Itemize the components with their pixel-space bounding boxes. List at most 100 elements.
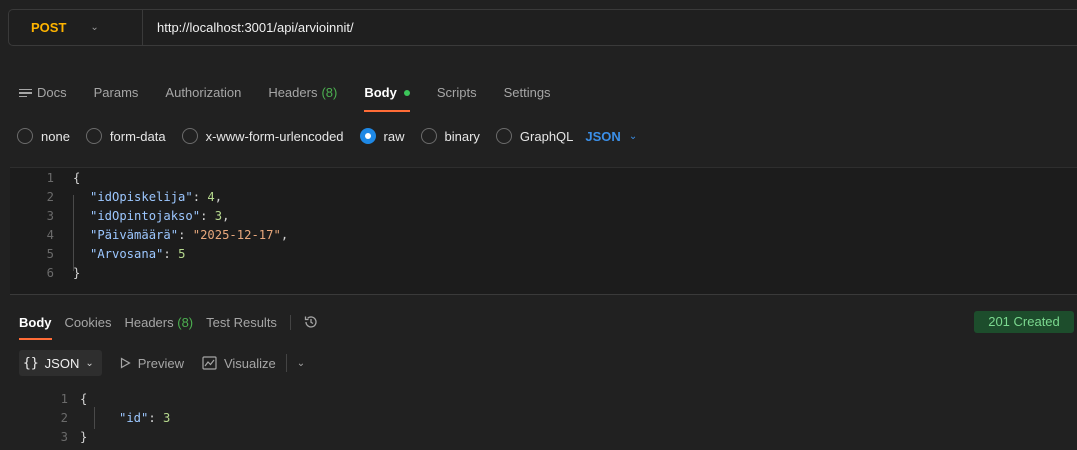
json-value: 3 bbox=[214, 209, 223, 223]
format-label: JSON bbox=[44, 355, 80, 371]
close-brace: } bbox=[80, 430, 88, 444]
body-type-binary[interactable]: binary bbox=[420, 128, 480, 144]
json-key: "idOpintojakso" bbox=[90, 209, 201, 223]
code-line: 1 { bbox=[10, 390, 1077, 409]
line-number: 2 bbox=[46, 190, 54, 204]
request-tabs: Docs Params Authorization Headers (8) Bo… bbox=[19, 85, 578, 115]
open-brace: { bbox=[73, 171, 81, 185]
tab-label: Scripts bbox=[436, 85, 477, 100]
code-line: 2 "idOpiskelija": 4, bbox=[10, 188, 1077, 207]
json-key: "Arvosana" bbox=[90, 247, 164, 261]
code-line: 3 "idOpintojakso": 3, bbox=[10, 207, 1077, 226]
code-line: 6 } bbox=[10, 264, 1077, 283]
tab-label: Authorization bbox=[165, 85, 242, 100]
body-type-none[interactable]: none bbox=[17, 128, 70, 144]
tab-params[interactable]: Params bbox=[94, 85, 139, 100]
code-line: 1 { bbox=[10, 169, 1077, 188]
modified-dot-icon bbox=[403, 89, 410, 96]
radio-icon bbox=[85, 128, 102, 144]
visualize-label: Visualize bbox=[223, 355, 276, 371]
request-body-editor[interactable]: 1 { 2 "idOpiskelija": 4, 3 "idOpintojaks… bbox=[10, 167, 1077, 295]
tab-label: Body bbox=[364, 85, 397, 100]
history-icon[interactable] bbox=[303, 314, 319, 330]
option-label: x-www-form-urlencoded bbox=[205, 128, 344, 144]
response-tabs: Body Cookies Headers (8) Test Results bbox=[19, 314, 319, 340]
tab-label: Cookies bbox=[64, 314, 112, 330]
play-icon bbox=[120, 357, 131, 369]
tab-docs[interactable]: Docs bbox=[19, 85, 67, 100]
language-select[interactable]: JSON bbox=[585, 129, 620, 144]
option-label: raw bbox=[383, 128, 405, 144]
json-key: "Päivämäärä" bbox=[90, 228, 179, 242]
divider bbox=[285, 354, 287, 372]
line-number: 3 bbox=[46, 209, 54, 223]
body-type-options: none form-data x-www-form-urlencoded raw… bbox=[17, 126, 637, 146]
preview-label: Preview bbox=[137, 355, 184, 371]
json-key: "id" bbox=[119, 411, 149, 425]
option-label: none bbox=[41, 128, 70, 144]
line-number: 6 bbox=[46, 266, 54, 280]
close-brace: } bbox=[73, 266, 81, 280]
preview-button[interactable]: Preview bbox=[120, 356, 184, 371]
json-comma: , bbox=[214, 190, 223, 204]
tab-settings[interactable]: Settings bbox=[504, 85, 551, 100]
tab-label: Headers bbox=[268, 85, 318, 100]
divider bbox=[289, 314, 291, 330]
line-number: 3 bbox=[60, 430, 68, 444]
code-line: 4 "Päivämäärä": "2025-12-17", bbox=[10, 226, 1077, 245]
line-number: 1 bbox=[60, 392, 68, 406]
open-brace: { bbox=[80, 392, 88, 406]
json-value: 3 bbox=[163, 411, 171, 425]
json-value: 5 bbox=[178, 247, 186, 261]
response-tab-test-results[interactable]: Test Results bbox=[206, 315, 277, 330]
body-type-urlencoded[interactable]: x-www-form-urlencoded bbox=[181, 128, 344, 144]
line-number: 5 bbox=[46, 247, 54, 261]
tab-label: Body bbox=[19, 314, 52, 330]
tab-body[interactable]: Body bbox=[364, 85, 410, 112]
json-comma: , bbox=[280, 228, 289, 242]
line-number: 4 bbox=[46, 228, 54, 242]
braces-icon: {} bbox=[23, 355, 39, 371]
line-number: 2 bbox=[60, 411, 68, 425]
code-line: 3 } bbox=[10, 428, 1077, 447]
headers-count: (8) bbox=[321, 85, 338, 100]
radio-icon bbox=[495, 128, 512, 144]
tab-headers[interactable]: Headers (8) bbox=[268, 85, 337, 100]
format-select[interactable]: {} JSON ⌄ bbox=[19, 350, 102, 376]
body-type-form-data[interactable]: form-data bbox=[85, 128, 166, 144]
tab-authorization[interactable]: Authorization bbox=[165, 85, 241, 100]
radio-selected-icon bbox=[359, 128, 376, 144]
line-number: 1 bbox=[46, 171, 54, 185]
json-key: "idOpiskelija" bbox=[90, 190, 193, 204]
response-tab-cookies[interactable]: Cookies bbox=[65, 315, 112, 330]
radio-icon bbox=[17, 128, 33, 144]
headers-count: (8) bbox=[177, 314, 194, 330]
status-badge: 201 Created bbox=[974, 311, 1074, 333]
response-body: 1 { 2 "id": 3 3 } bbox=[10, 390, 1077, 450]
radio-icon bbox=[181, 128, 198, 144]
tab-label: Params bbox=[93, 85, 139, 100]
request-url-bar: POST ⌄ http://localhost:3001/api/arvioin… bbox=[8, 9, 1077, 46]
chevron-down-icon[interactable]: ⌄ bbox=[629, 131, 637, 142]
body-type-graphql[interactable]: GraphQL bbox=[495, 128, 573, 144]
tab-label: Headers bbox=[124, 314, 174, 330]
json-comma: , bbox=[222, 209, 230, 223]
body-type-raw[interactable]: raw bbox=[359, 128, 405, 144]
visualize-button[interactable]: Visualize bbox=[202, 356, 276, 371]
method-select[interactable]: POST ⌄ bbox=[9, 10, 143, 45]
chart-icon bbox=[202, 356, 217, 370]
radio-icon bbox=[420, 128, 437, 144]
tab-label: Settings bbox=[503, 85, 551, 100]
chevron-down-icon[interactable]: ⌄ bbox=[297, 358, 305, 369]
option-label: form-data bbox=[109, 128, 166, 144]
tab-label: Docs bbox=[37, 85, 67, 100]
response-toolbar: {} JSON ⌄ Preview Visualize ⌄ bbox=[19, 350, 305, 376]
json-value: 4 bbox=[207, 190, 215, 204]
code-line: 5 "Arvosana": 5 bbox=[10, 245, 1077, 264]
chevron-down-icon: ⌄ bbox=[90, 22, 99, 33]
url-input[interactable]: http://localhost:3001/api/arvioinnit/ bbox=[157, 20, 354, 35]
response-tab-headers[interactable]: Headers (8) bbox=[124, 315, 193, 330]
response-tab-body[interactable]: Body bbox=[19, 314, 52, 340]
tab-scripts[interactable]: Scripts bbox=[437, 85, 477, 100]
code-line: 2 "id": 3 bbox=[10, 409, 1077, 428]
